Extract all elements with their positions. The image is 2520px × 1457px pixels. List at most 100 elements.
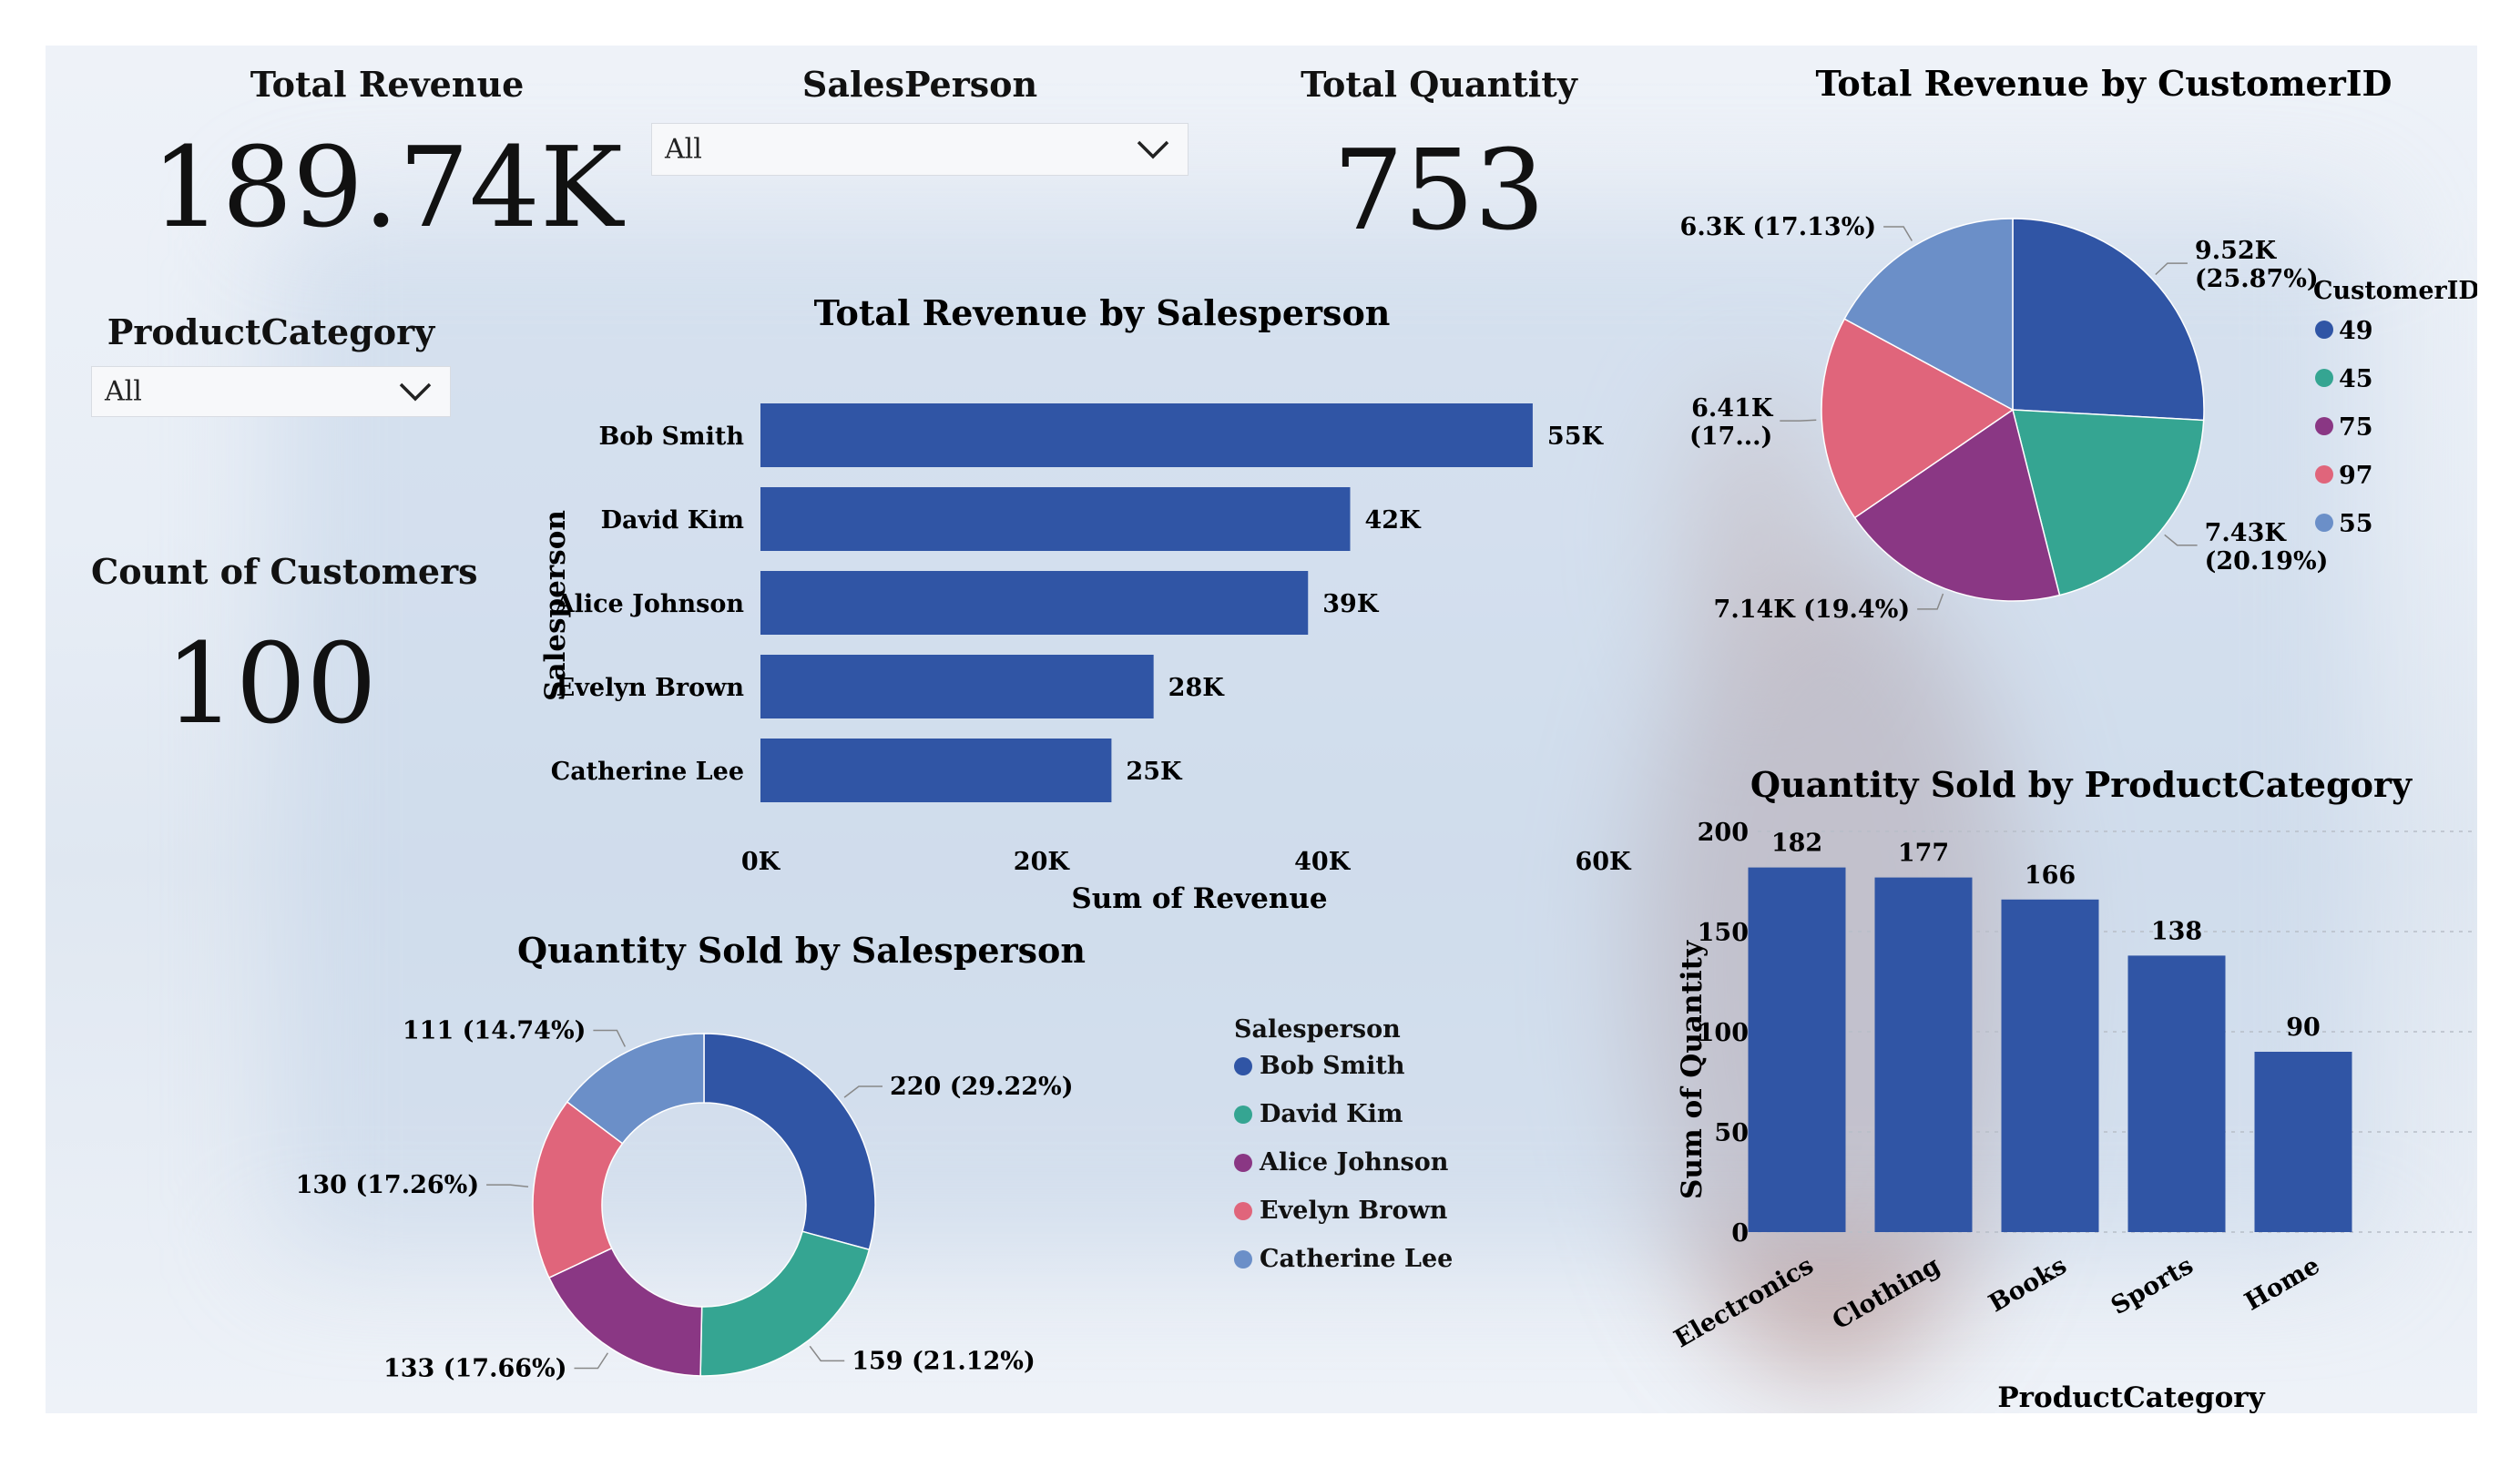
chart-title: Total Revenue by Salesperson xyxy=(814,292,1391,333)
productcategory-dropdown[interactable]: All xyxy=(91,366,451,417)
pie-slice xyxy=(703,1033,876,1251)
x-tick-label: Clothing xyxy=(1828,1251,1945,1335)
data-label: 138 xyxy=(2151,917,2202,945)
bar xyxy=(2254,1052,2352,1232)
legend-item[interactable]: Bob Smith xyxy=(1234,1052,1405,1080)
data-label: 55K xyxy=(1547,423,1605,451)
data-label: 6.41K (17...) xyxy=(1689,394,1774,451)
data-label: 130 (17.26%) xyxy=(296,1171,480,1199)
leader-line xyxy=(574,1352,609,1370)
salesperson-slicer-label: SalesPerson xyxy=(801,64,1038,105)
data-label: 7.43K (20.19%) xyxy=(2205,519,2329,576)
bar xyxy=(1748,867,1846,1232)
legend-title: CustomerID xyxy=(2313,277,2477,305)
bar xyxy=(760,739,1112,802)
data-label: 6.3K (17.13%) xyxy=(1680,213,1877,241)
leader-line xyxy=(843,1085,883,1098)
category-label: David Kim xyxy=(601,506,744,535)
bar xyxy=(760,403,1533,467)
total-revenue-value: 189.74K xyxy=(150,123,624,252)
legend-marker xyxy=(2315,514,2333,532)
count-customers-label: Count of Customers xyxy=(91,551,478,592)
data-label: 25K xyxy=(1126,758,1183,786)
chevron-down-icon xyxy=(1137,140,1169,159)
legend-marker xyxy=(2315,465,2333,484)
bar xyxy=(760,487,1351,551)
legend-item[interactable]: Alice Johnson xyxy=(1234,1148,1448,1177)
data-label: 182 xyxy=(1771,830,1822,858)
legend-marker xyxy=(1234,1202,1252,1220)
y-tick-label: 50 xyxy=(1714,1119,1749,1147)
data-label: 90 xyxy=(2286,1014,2321,1042)
x-tick-label: Books xyxy=(1984,1251,2072,1318)
legend-item[interactable]: Evelyn Brown xyxy=(1234,1197,1447,1225)
legend-label: Alice Johnson xyxy=(1260,1148,1449,1177)
leader-line xyxy=(1917,593,1944,610)
legend-label: Bob Smith xyxy=(1260,1052,1405,1080)
y-tick-label: 0 xyxy=(1731,1219,1749,1248)
data-label: 111 (14.74%) xyxy=(403,1017,587,1045)
legend-label: Catherine Lee xyxy=(1260,1245,1454,1273)
data-label: 9.52K (25.87%) xyxy=(2195,237,2319,293)
data-label: 166 xyxy=(2025,861,2076,890)
legend-item[interactable]: David Kim xyxy=(1234,1100,1403,1128)
leader-line xyxy=(809,1345,845,1362)
leader-line xyxy=(486,1184,529,1187)
data-label: 42K xyxy=(1365,506,1423,535)
data-label: 133 (17.66%) xyxy=(383,1354,567,1382)
x-tick-label: Electronics xyxy=(1669,1251,1818,1353)
y-tick-label: 200 xyxy=(1698,819,1749,847)
y-axis-title: Sum of Quantity xyxy=(1676,940,1709,1199)
data-label: 7.14K (19.4%) xyxy=(1714,596,1911,624)
legend-label: 55 xyxy=(2339,510,2373,538)
x-tick-label: Home xyxy=(2240,1251,2325,1316)
legend-label: 49 xyxy=(2339,317,2373,345)
chart-title: Total Revenue by CustomerID xyxy=(1816,63,2392,104)
legend-label: David Kim xyxy=(1260,1100,1403,1128)
x-axis-title: ProductCategory xyxy=(1997,1381,2265,1413)
leader-line xyxy=(1780,419,1817,422)
legend-item[interactable]: Catherine Lee xyxy=(1234,1245,1453,1273)
chart-title: Quantity Sold by Salesperson xyxy=(517,930,1086,971)
dashboard-canvas: Total Revenue 189.74K SalesPerson All To… xyxy=(46,46,2477,1413)
legend-label: 97 xyxy=(2339,462,2373,490)
chevron-down-icon xyxy=(399,382,432,402)
category-label: Evelyn Brown xyxy=(556,674,745,702)
x-tick-label: 0K xyxy=(741,848,781,876)
legend-label: 45 xyxy=(2339,365,2373,393)
bar xyxy=(760,655,1154,718)
legend-marker xyxy=(2315,321,2333,339)
category-label: Catherine Lee xyxy=(551,758,744,786)
leader-line xyxy=(593,1029,627,1047)
y-axis-title: Salesperson xyxy=(539,510,572,701)
category-label: Alice Johnson xyxy=(555,590,745,618)
category-label: Bob Smith xyxy=(598,423,744,451)
total-revenue-label: Total Revenue xyxy=(250,64,525,105)
total-quantity-value: 753 xyxy=(1332,126,1546,255)
data-label: 220 (29.22%) xyxy=(890,1073,1074,1101)
legend-title: Salesperson xyxy=(1234,1015,1401,1044)
revenue-by-salesperson-chart: Total Revenue by Salesperson Bob Smith 55K… xyxy=(539,292,1632,915)
bar xyxy=(2127,955,2226,1232)
legend-label: Evelyn Brown xyxy=(1260,1197,1448,1225)
pie-slice xyxy=(2012,218,2205,422)
productcategory-slicer-label: ProductCategory xyxy=(107,311,435,352)
legend-marker xyxy=(1234,1057,1252,1075)
pie-slice xyxy=(699,1230,871,1377)
x-tick-label: 40K xyxy=(1294,848,1352,876)
leader-line xyxy=(2155,262,2188,276)
data-label: 28K xyxy=(1168,674,1226,702)
bar xyxy=(1874,877,1973,1232)
bar xyxy=(2001,899,2099,1232)
salesperson-dropdown[interactable]: All xyxy=(651,123,1189,176)
x-tick-label: 20K xyxy=(1014,848,1071,876)
count-customers-value: 100 xyxy=(165,619,377,749)
bar xyxy=(760,571,1309,635)
productcategory-dropdown-value: All xyxy=(105,375,142,408)
chart-title: Quantity Sold by ProductCategory xyxy=(1750,764,2413,805)
data-label: 177 xyxy=(1898,840,1949,868)
legend-marker xyxy=(2315,417,2333,435)
leader-line xyxy=(1883,226,1913,241)
legend-marker xyxy=(2315,369,2333,387)
leader-line xyxy=(2164,534,2198,546)
